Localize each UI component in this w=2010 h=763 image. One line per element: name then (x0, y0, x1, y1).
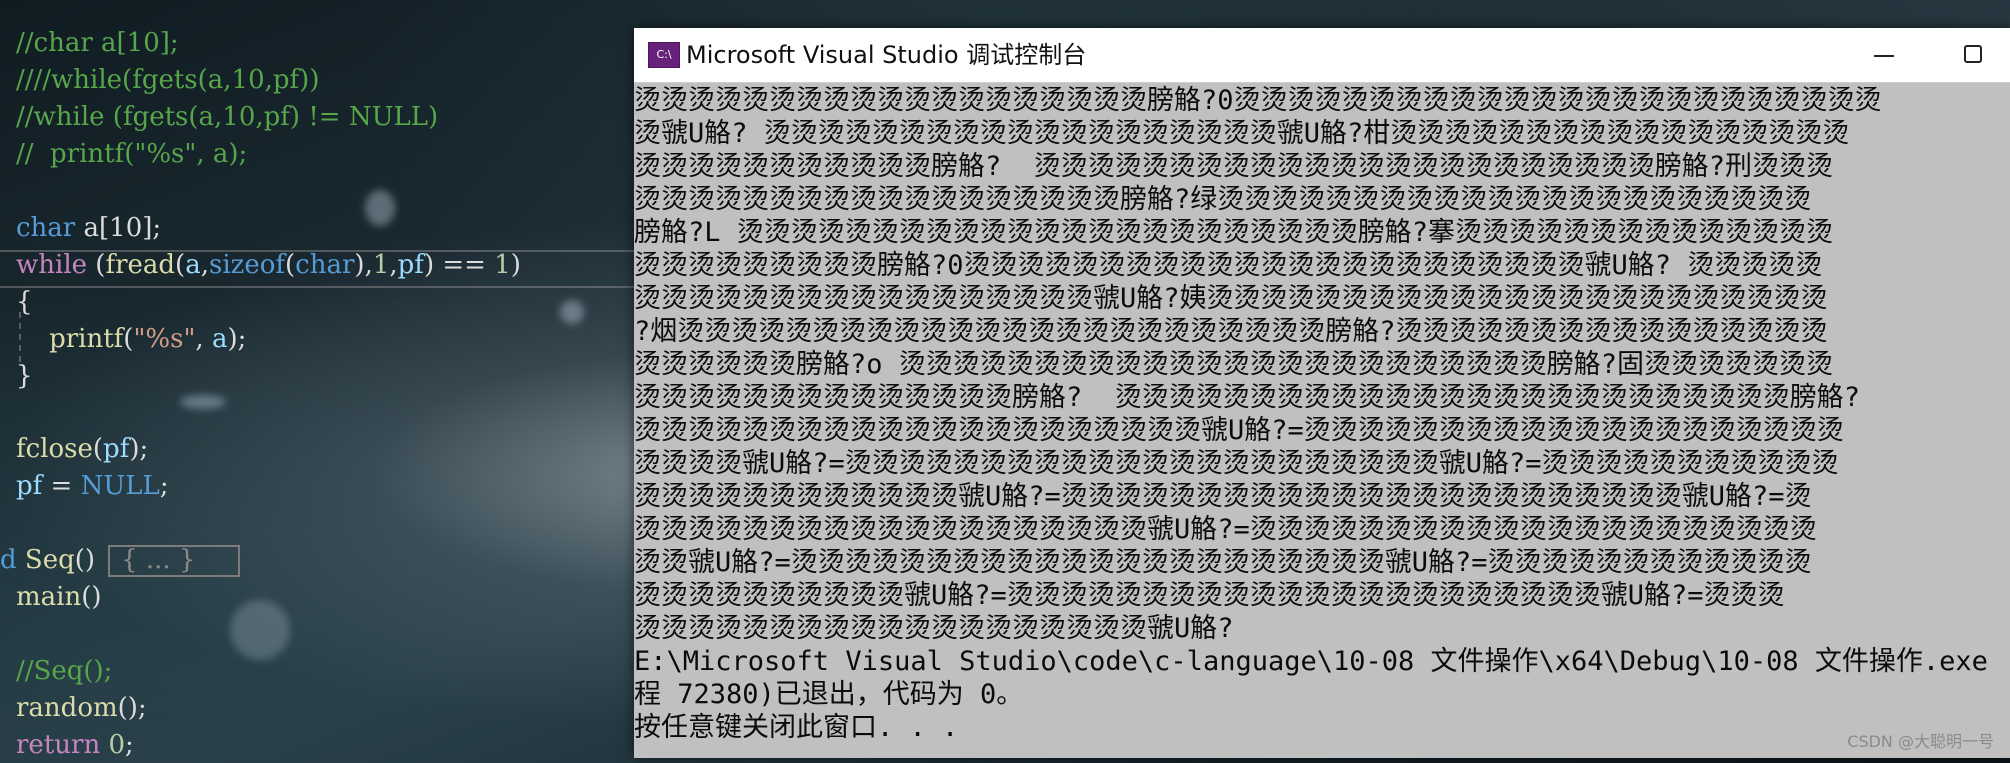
code-token: Seq (24, 545, 75, 575)
console-output-line: 烫烫烫烫烫烫烫烫烫烫虢U觡?=烫烫烫烫烫烫烫烫烫烫烫烫烫烫烫烫烫烫烫烫烫烫虢U觡… (634, 580, 1785, 611)
visual-studio-console-icon: C:\ (648, 42, 680, 68)
code-token: { (16, 287, 33, 317)
code-line[interactable]: // printf("%s", a); (16, 136, 247, 172)
code-token: ( (123, 324, 134, 354)
code-line[interactable]: //char a[10]; (16, 25, 179, 61)
code-token: //char a[10]; (16, 28, 179, 58)
code-token: () (81, 582, 102, 612)
code-token: ) (510, 250, 521, 280)
code-token: ( (92, 434, 104, 464)
code-line[interactable]: { (16, 284, 33, 320)
console-output-line: 烫烫烫烫烫烫烫烫烫烫烫烫烫烫烫烫烫烫烫烫烫虢U觡?=烫烫烫烫烫烫烫烫烫烫烫烫烫烫… (634, 415, 1844, 446)
code-token: a[10]; (75, 213, 162, 243)
code-token: d (0, 545, 25, 575)
code-line[interactable]: } (16, 358, 33, 394)
code-token: a (211, 324, 228, 354)
watermark: CSDN @大聪明一号 (1847, 732, 1994, 751)
code-line[interactable]: fclose(pf); (16, 431, 148, 467)
code-token: ( (87, 250, 106, 280)
console-output-line: 膀觡?L 烫烫烫烫烫烫烫烫烫烫烫烫烫烫烫烫烫烫烫烫烫烫烫膀觡?搴烫烫烫烫烫烫烫烫… (634, 217, 1834, 248)
console-output-line: 烫烫烫烫烫烫烫烫烫烫烫烫烫烫烫烫烫烫烫膀觡?0烫烫烫烫烫烫烫烫烫烫烫烫烫烫烫烫烫… (634, 85, 1882, 116)
code-token: "%s" (133, 324, 196, 354)
minimize-button[interactable] (1844, 28, 1924, 82)
console-output-line: 按任意键关闭此窗口. . . (634, 712, 959, 743)
console-output-line: 烫烫烫烫烫烫烫烫烫烫烫烫烫烫烫烫烫虢U觡?姨烫烫烫烫烫烫烫烫烫烫烫烫烫烫烫烫烫烫… (634, 283, 1828, 314)
code-line[interactable]: return 0; (16, 727, 134, 763)
console-output[interactable]: 烫烫烫烫烫烫烫烫烫烫烫烫烫烫烫烫烫烫烫膀觡?0烫烫烫烫烫烫烫烫烫烫烫烫烫烫烫烫烫… (634, 84, 2010, 758)
code-line[interactable]: random(); (16, 690, 147, 726)
code-token: pf (16, 471, 43, 501)
code-token: 1 (372, 250, 390, 280)
console-output-line: 烫烫烫烫烫烫烫烫烫烫烫烫虢U觡?=烫烫烫烫烫烫烫烫烫烫烫烫烫烫烫烫烫烫烫烫烫烫烫… (634, 481, 1812, 512)
maximize-button[interactable] (1934, 28, 2010, 82)
code-token: ( (175, 250, 186, 280)
code-token: ; (125, 730, 134, 760)
code-token: = (42, 471, 81, 501)
code-token: , (389, 250, 398, 280)
code-token: random (16, 693, 118, 723)
console-output-line: 烫烫烫烫虢U觡?=烫烫烫烫烫烫烫烫烫烫烫烫烫烫烫烫烫烫烫烫烫烫虢U觡?=烫烫烫烫… (634, 448, 1839, 479)
code-token: () (74, 545, 96, 575)
code-token: ( (285, 250, 296, 280)
code-token: fread (105, 250, 176, 280)
console-output-line: 烫烫烫烫烫烫烫烫烫烫烫烫烫烫烫烫烫烫烫虢U觡?=烫烫烫烫烫烫烫烫烫烫烫烫烫烫烫烫… (634, 514, 1817, 545)
code-line[interactable]: pf = NULL; (16, 468, 169, 504)
code-line[interactable]: //Seq(); (16, 653, 112, 689)
console-output-line: 烫烫烫烫烫烫烫烫烫膀觡?0烫烫烫烫烫烫烫烫烫烫烫烫烫烫烫烫烫烫烫烫烫烫烫虢U觡?… (634, 250, 1823, 281)
console-output-line: 烫烫烫烫烫烫烫烫烫烫烫烫烫烫烫烫烫烫烫虢U觡? (634, 613, 1234, 644)
console-output-line: 烫烫烫烫烫烫膀觡?o 烫烫烫烫烫烫烫烫烫烫烫烫烫烫烫烫烫烫烫烫烫烫烫烫膀觡?固烫… (634, 349, 1834, 380)
code-token: while (16, 250, 88, 280)
code-token: // printf("%s", a); (16, 139, 248, 169)
code-line[interactable]: printf("%s", a); (16, 321, 246, 357)
code-token: ); (129, 434, 149, 464)
code-token: ); (227, 324, 247, 354)
console-output-line: 烫烫虢U觡?=烫烫烫烫烫烫烫烫烫烫烫烫烫烫烫烫烫烫烫烫烫烫虢U觡?=烫烫烫烫烫烫… (634, 547, 1812, 578)
console-output-line: 烫烫烫烫烫烫烫烫烫烫烫烫烫烫膀觡? 烫烫烫烫烫烫烫烫烫烫烫烫烫烫烫烫烫烫烫烫烫烫… (634, 382, 1861, 413)
code-line[interactable]: //while (fgets(a,10,pf) != NULL) (16, 99, 438, 135)
code-token: (); (117, 693, 147, 723)
code-token: ) == (423, 250, 495, 280)
debug-console-window[interactable]: C:\ Microsoft Visual Studio 调试控制台 烫烫烫烫烫烫… (634, 28, 2010, 758)
code-token: 0 (108, 730, 125, 760)
code-token: ), (354, 250, 373, 280)
console-output-line: ?烟烫烫烫烫烫烫烫烫烫烫烫烫烫烫烫烫烫烫烫烫烫烫烫烫膀觡?烫烫烫烫烫烫烫烫烫烫烫… (634, 316, 1828, 347)
code-token: ; (159, 471, 169, 501)
code-token: NULL (80, 471, 160, 501)
console-output-line: 烫烫烫烫烫烫烫烫烫烫烫烫烫烫烫烫烫烫膀觡?绿烫烫烫烫烫烫烫烫烫烫烫烫烫烫烫烫烫烫… (634, 184, 1812, 215)
code-token: , (200, 250, 209, 280)
console-titlebar[interactable]: C:\ Microsoft Visual Studio 调试控制台 (634, 28, 2010, 83)
code-line[interactable]: ////while(fgets(a,10,pf)) (16, 62, 319, 98)
code-token: , (195, 324, 212, 354)
collapsed-block[interactable]: { ... } (121, 545, 195, 575)
code-token: a (185, 250, 201, 280)
window-title: Microsoft Visual Studio 调试控制台 (686, 41, 1087, 69)
code-token: ////while(fgets(a,10,pf)) (16, 65, 320, 95)
console-output-line: E:\Microsoft Visual Studio\code\c-langua… (634, 646, 1988, 677)
code-token: char (16, 213, 76, 243)
code-line[interactable]: d Seq() { ... } (0, 542, 195, 578)
code-token: //while (fgets(a,10,pf) != NULL) (16, 102, 439, 132)
code-token: pf (397, 250, 424, 280)
code-line[interactable]: main() (16, 579, 102, 615)
code-token: //Seq(); (16, 656, 113, 686)
code-token: main (16, 582, 82, 612)
console-output-line: 烫烫烫烫烫烫烫烫烫烫烫膀觡? 烫烫烫烫烫烫烫烫烫烫烫烫烫烫烫烫烫烫烫烫烫烫烫膀觡… (634, 151, 1834, 182)
code-token: pf (103, 434, 130, 464)
code-token: 1 (494, 250, 511, 280)
code-token: char (295, 250, 355, 280)
code-token: fclose (16, 434, 93, 464)
code-token: return (16, 730, 101, 760)
console-output-line: 烫虢U觡? 烫烫烫烫烫烫烫烫烫烫烫烫烫烫烫烫烫烫烫虢U觡?柑烫烫烫烫烫烫烫烫烫烫… (634, 118, 1850, 149)
code-token: sizeof (208, 250, 286, 280)
code-line[interactable]: char a[10]; (16, 210, 161, 246)
code-token: printf (49, 324, 124, 354)
code-line[interactable]: while (fread(a,sizeof(char),1,pf) == 1) (16, 247, 521, 283)
code-token: } (16, 361, 33, 391)
console-output-line: 程 72380)已退出，代码为 0。 (634, 679, 1024, 710)
